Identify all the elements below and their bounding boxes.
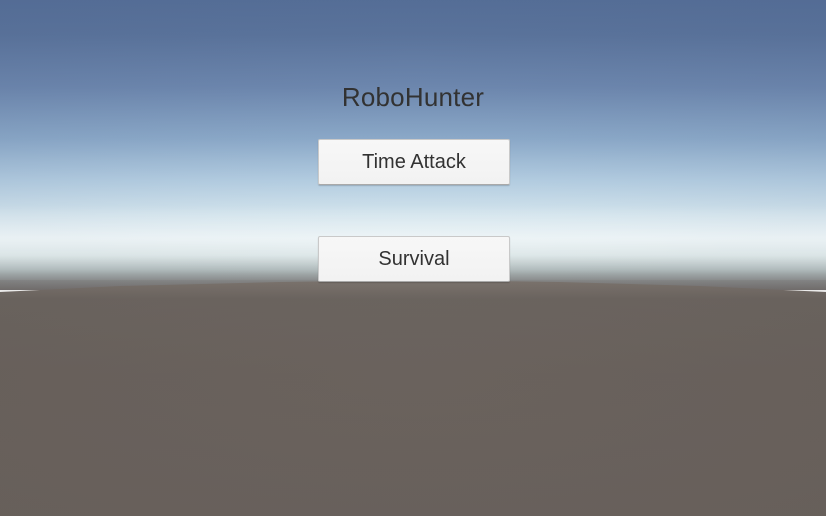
time-attack-label: Time Attack xyxy=(362,150,466,173)
survival-button[interactable]: Survival xyxy=(318,236,510,282)
ground-plane xyxy=(0,280,826,516)
survival-label: Survival xyxy=(378,247,450,270)
game-title: RoboHunter xyxy=(341,82,485,112)
game-scene: RoboHunter Time Attack Survival xyxy=(0,0,826,516)
time-attack-button[interactable]: Time Attack xyxy=(318,139,510,185)
